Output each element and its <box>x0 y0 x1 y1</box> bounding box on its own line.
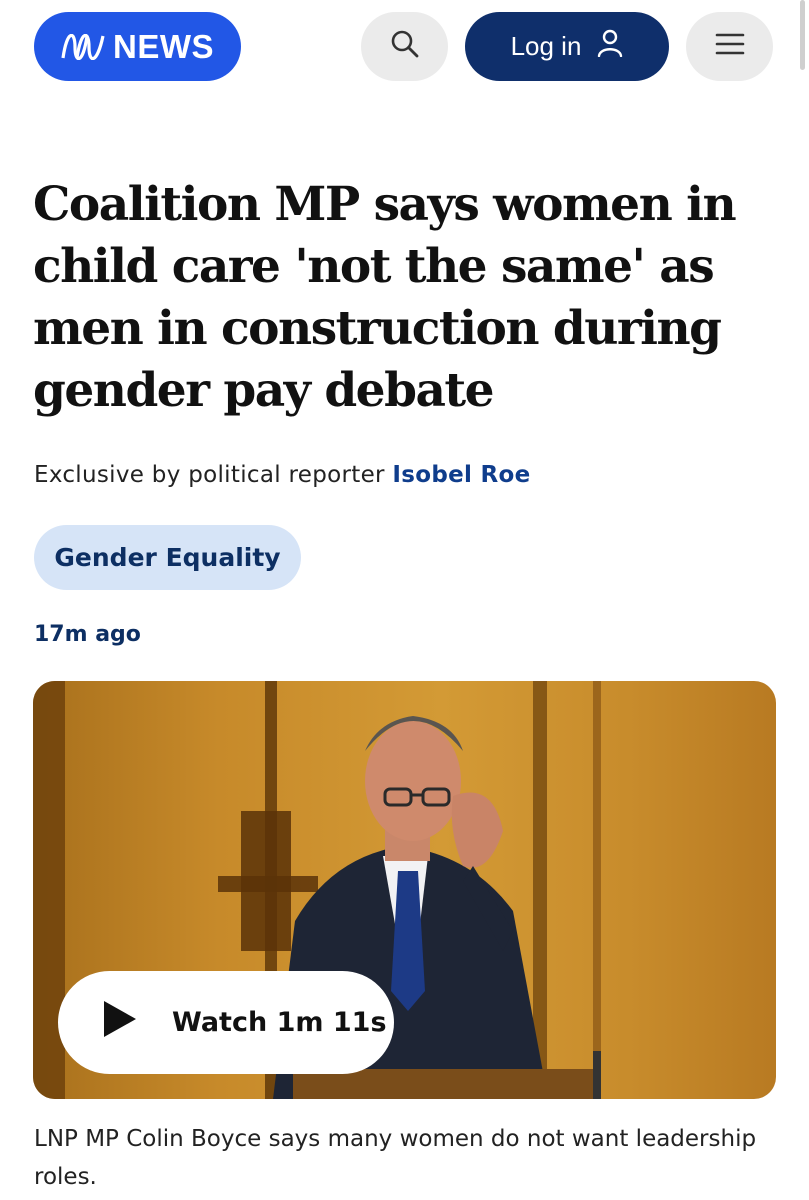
abc-logo-mark-icon <box>61 33 105 60</box>
abc-news-logo[interactable]: NEWS <box>34 12 241 81</box>
user-icon <box>597 29 623 64</box>
article-headline: Coalition MP says women in child care 'n… <box>33 177 737 418</box>
watch-label: Watch 1m 11s <box>172 1007 387 1038</box>
published-time: 17m ago <box>34 622 141 647</box>
watch-button[interactable]: Watch 1m 11s <box>58 971 394 1074</box>
video-player[interactable]: Watch 1m 11s <box>33 681 776 1099</box>
scrollbar[interactable] <box>800 0 805 70</box>
byline-prefix: Exclusive by political reporter <box>34 462 385 488</box>
menu-icon <box>715 32 745 61</box>
login-label: Log in <box>510 31 582 61</box>
author-link[interactable]: Isobel Roe <box>392 462 530 488</box>
logo-news-text: NEWS <box>113 27 214 65</box>
byline: Exclusive by political reporter Isobel R… <box>34 462 531 488</box>
video-caption: LNP MP Colin Boyce says many women do no… <box>34 1126 757 1190</box>
menu-button[interactable] <box>686 12 773 81</box>
topic-tag[interactable]: Gender Equality <box>34 525 301 590</box>
play-icon <box>102 999 138 1046</box>
search-icon <box>390 29 420 64</box>
login-button[interactable]: Log in <box>465 12 669 81</box>
search-button[interactable] <box>361 12 448 81</box>
